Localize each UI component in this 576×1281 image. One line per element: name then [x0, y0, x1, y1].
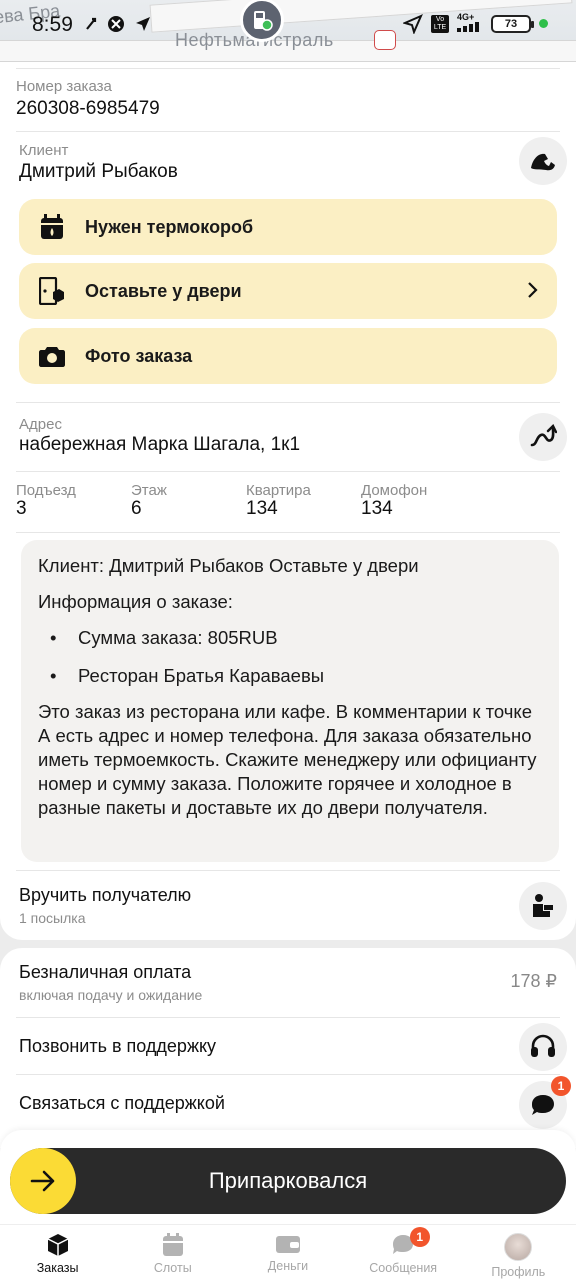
bottom-tab-bar: Заказы Слоты Деньги Сообщения 1 Профиль [0, 1224, 576, 1281]
headset-icon [531, 1034, 555, 1057]
call-client-button[interactable] [519, 137, 567, 185]
payment-subtitle: включая подачу и ожидание [19, 987, 203, 1003]
client-name: Дмитрий Рыбаков [19, 161, 178, 182]
chat-support-label[interactable]: Связаться с поддержкой [19, 1093, 225, 1114]
arrow-right-icon [10, 1148, 76, 1214]
chevron-right-icon [528, 282, 538, 298]
client-label: Клиент [19, 142, 69, 159]
address-value[interactable]: набережная Марка Шагала, 1к1 [19, 434, 300, 456]
tab-money[interactable]: Деньги [230, 1225, 345, 1281]
comment-bullet: Ресторан Братья Караваевы [78, 665, 325, 686]
handover-subtitle: 1 посылка [19, 910, 86, 926]
status-bar: 8:59 Vo LTE 4G+ 73 [0, 0, 576, 52]
apartment-value: 134 [246, 498, 278, 519]
route-icon [530, 424, 557, 447]
camera-icon [39, 343, 65, 369]
tab-orders[interactable]: Заказы [0, 1225, 115, 1281]
intercom-value: 134 [361, 498, 393, 519]
navigation-arrow-icon [136, 17, 150, 31]
privacy-indicator-dot [539, 19, 548, 28]
battery-icon: 73 [491, 14, 534, 33]
address-label: Адрес [19, 416, 62, 433]
leave-at-door-button[interactable]: Оставьте у двери [19, 263, 557, 319]
apartment-label: Квартира [246, 482, 311, 499]
bluetooth-tool-icon [86, 17, 97, 30]
bottom-action-bar: Припарковался [0, 1130, 576, 1224]
tab-messages[interactable]: Сообщения 1 [346, 1225, 461, 1281]
payment-title: Безналичная оплата [19, 962, 192, 982]
intercom-label: Домофон [361, 482, 428, 499]
order-comment: Клиент: Дмитрий Рыбаков Оставьте у двери… [21, 540, 559, 862]
phone-icon [531, 153, 555, 171]
door-package-icon [39, 277, 65, 305]
handover-title: Вручить получателю [19, 885, 192, 905]
messages-badge: 1 [409, 1227, 430, 1247]
order-number[interactable]: 260308-6985479 [16, 98, 160, 120]
orders-box-icon [47, 1234, 68, 1256]
comment-line: Клиент: Дмитрий Рыбаков Оставьте у двери [38, 555, 419, 576]
blocked-icon [108, 16, 124, 32]
status-time: 8:59 [32, 13, 73, 36]
handover-person-icon [533, 894, 553, 917]
thermobox-icon [39, 214, 65, 240]
network-signal-icon: 4G+ [457, 13, 483, 34]
route-button[interactable] [519, 413, 567, 461]
wallet-icon [275, 1236, 300, 1253]
tab-label: Сообщения [369, 1261, 438, 1275]
location-icon [403, 13, 423, 34]
entrance-label: Подъезд [16, 482, 76, 499]
order-details-card: Номер заказа 260308-6985479 Клиент Дмитр… [0, 62, 576, 940]
tab-profile[interactable]: Профиль [461, 1225, 576, 1281]
parked-button-label: Припарковался [208, 1168, 368, 1193]
tab-slots[interactable]: Слоты [115, 1225, 230, 1281]
comment-bullet: Сумма заказа: 805RUB [78, 627, 278, 648]
payment-support-card: Безналичная оплата включая подачу и ожид… [0, 948, 576, 1148]
thermobox-required-button[interactable]: Нужен термокороб [19, 199, 557, 255]
floor-value: 6 [131, 498, 142, 519]
handover-button[interactable] [519, 882, 567, 930]
calendar-icon [162, 1233, 183, 1256]
tab-label: Слоты [153, 1261, 192, 1275]
order-photo-button[interactable]: Фото заказа [19, 328, 557, 384]
avatar [504, 1233, 533, 1261]
action-label: Фото заказа [85, 345, 193, 366]
floor-label: Этаж [131, 482, 167, 499]
volte-icon: Vo LTE [431, 14, 449, 33]
call-support-label[interactable]: Позвонить в поддержку [19, 1036, 216, 1057]
action-label: Нужен термокороб [85, 216, 254, 237]
parked-button[interactable]: Припарковался [10, 1148, 566, 1214]
chat-support-badge: 1 [551, 1076, 571, 1096]
chat-bubble-icon [532, 1095, 554, 1115]
entrance-value: 3 [16, 498, 27, 519]
tab-label: Заказы [36, 1261, 79, 1275]
comment-line: Информация о заказе: [38, 591, 233, 612]
order-number-label: Номер заказа [16, 78, 112, 95]
tab-label: Профиль [491, 1265, 546, 1279]
tab-label: Деньги [267, 1259, 309, 1273]
action-label: Оставьте у двери [85, 280, 242, 301]
payment-amount: 178 ₽ [510, 971, 558, 991]
call-support-button[interactable] [519, 1023, 567, 1071]
comment-paragraph: Это заказ из ресторана или кафе. В комме… [38, 701, 537, 818]
